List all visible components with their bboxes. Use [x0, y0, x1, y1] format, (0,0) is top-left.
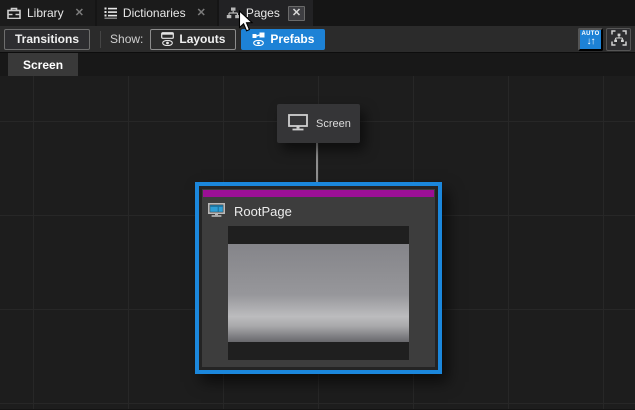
layout-eye-icon: [161, 32, 174, 46]
layouts-toggle-button[interactable]: Layouts: [150, 29, 236, 50]
thumbnail-screenshot: [228, 244, 409, 342]
tab-dictionaries[interactable]: Dictionaries ✕: [97, 0, 217, 26]
transitions-button[interactable]: Transitions: [4, 29, 90, 50]
rootpage-preview-thumbnail: [228, 226, 409, 360]
screen-node-label: Screen: [316, 118, 351, 130]
screen-node[interactable]: Screen: [277, 104, 360, 143]
mouse-cursor: [238, 10, 254, 38]
prefab-icon: [252, 32, 265, 39]
rootpage-node-selection[interactable]: RootPage: [195, 182, 442, 374]
pages-toolbar: Transitions Show: Layouts: [0, 26, 635, 53]
rootpage-header: RootPage: [202, 197, 435, 226]
close-icon[interactable]: ✕: [288, 6, 305, 21]
rootpage-node[interactable]: RootPage: [202, 189, 435, 367]
rootpage-node-label: RootPage: [234, 204, 292, 219]
page-type-color-bar: [203, 190, 434, 197]
breadcrumb-screen-label: Screen: [23, 58, 63, 72]
auto-arrange-button[interactable]: AUTO ↓↑: [578, 28, 603, 51]
breadcrumb: Screen: [0, 53, 635, 76]
show-label: Show:: [110, 32, 143, 46]
tab-label: Library: [27, 6, 64, 20]
library-icon: [7, 7, 21, 19]
frame-all-button[interactable]: [606, 28, 631, 51]
transitions-button-label: Transitions: [15, 32, 79, 46]
thumbnail-top-strip: [228, 226, 409, 244]
eye-icon: [253, 40, 264, 46]
dictionaries-icon: [104, 7, 117, 19]
page-monitor-icon: [208, 203, 225, 220]
tab-label: Dictionaries: [123, 6, 186, 20]
frame-all-icon: [611, 30, 627, 49]
tab-library[interactable]: Library ✕: [0, 0, 95, 26]
monitor-icon: [288, 114, 308, 134]
close-icon[interactable]: ✕: [72, 7, 87, 20]
toolbar-divider: [100, 31, 101, 48]
thumbnail-bottom-strip: [228, 342, 409, 360]
breadcrumb-screen-tab[interactable]: Screen: [8, 53, 78, 76]
node-connector-line: [316, 142, 318, 186]
prefab-eye-icon: [252, 32, 265, 46]
tab-pages[interactable]: Pages ✕: [219, 0, 313, 26]
pages-graph-canvas[interactable]: Screen RootPage: [0, 76, 635, 409]
prefabs-button-label: Prefabs: [270, 32, 314, 46]
eye-icon: [162, 40, 173, 46]
layouts-button-label: Layouts: [179, 32, 225, 46]
layout-icon: [161, 32, 174, 39]
document-tab-bar: Library ✕ Dictionaries ✕: [0, 0, 635, 26]
close-icon[interactable]: ✕: [194, 7, 209, 20]
